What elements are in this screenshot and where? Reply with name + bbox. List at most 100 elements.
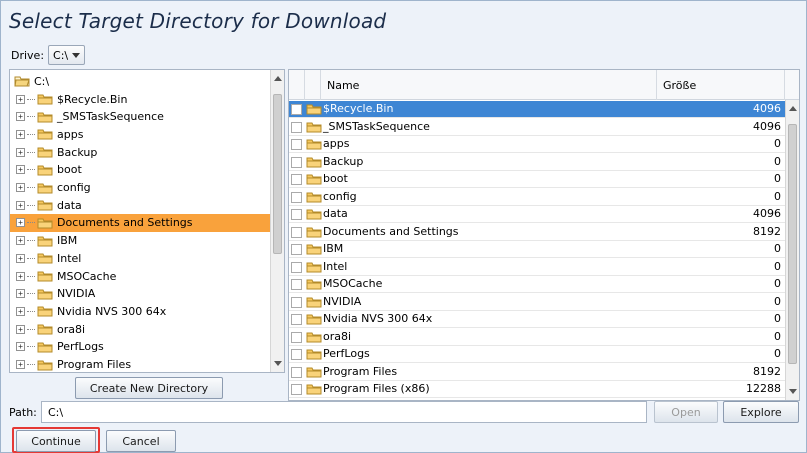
- table-row[interactable]: Backup 0: [289, 154, 785, 171]
- tree-item[interactable]: + data: [10, 196, 272, 214]
- row-checkbox[interactable]: [291, 349, 302, 360]
- tree-item[interactable]: + Intel: [10, 249, 272, 267]
- expand-icon[interactable]: +: [16, 253, 25, 263]
- tree-item[interactable]: + PerfLogs: [10, 338, 272, 356]
- continue-button[interactable]: Continue: [16, 430, 96, 452]
- tree-root[interactable]: C:\: [10, 72, 272, 90]
- expand-icon[interactable]: +: [16, 112, 25, 122]
- scroll-down-icon[interactable]: [274, 361, 282, 366]
- expand-icon[interactable]: +: [16, 289, 25, 299]
- row-checkbox[interactable]: [291, 331, 302, 343]
- row-checkbox[interactable]: [291, 191, 302, 203]
- row-checkbox[interactable]: [291, 279, 302, 290]
- row-checkbox[interactable]: [291, 121, 302, 133]
- expand-icon[interactable]: +: [16, 218, 25, 228]
- row-size: 0: [774, 259, 781, 273]
- expand-icon[interactable]: +: [16, 306, 25, 316]
- column-header-name[interactable]: Name: [321, 70, 657, 100]
- drive-select[interactable]: C:\: [48, 45, 86, 65]
- tree-connector: [27, 133, 35, 135]
- table-row[interactable]: PerfLogs 0: [289, 346, 785, 363]
- row-checkbox[interactable]: [291, 261, 302, 273]
- expand-icon[interactable]: +: [16, 236, 25, 246]
- folder-icon: [306, 384, 322, 395]
- table-row[interactable]: data 4096: [289, 206, 785, 223]
- table-row[interactable]: Intel 0: [289, 259, 785, 276]
- table-row[interactable]: MSOCache 0: [289, 276, 785, 293]
- row-checkbox[interactable]: [291, 156, 302, 168]
- cancel-button[interactable]: Cancel: [106, 430, 176, 452]
- row-checkbox[interactable]: [291, 384, 302, 395]
- table-row[interactable]: ora8i 0: [289, 329, 785, 346]
- folder-icon: [306, 122, 322, 132]
- expand-icon[interactable]: +: [16, 271, 25, 281]
- directory-tree[interactable]: C:\ + $Recycle.Bin + _SMSTaskSequence + apps +…: [9, 69, 285, 373]
- tree-item[interactable]: + _SMSTaskSequence: [10, 108, 272, 126]
- table-row[interactable]: Program Files 8192: [289, 364, 785, 381]
- file-table[interactable]: Name Größe $Recycle.Bin 4096 _SMSTaskSeque…: [288, 69, 800, 401]
- table-row[interactable]: Nvidia NVS 300 64x 0: [289, 311, 785, 328]
- table-row[interactable]: IBM 0: [289, 241, 785, 258]
- folder-icon: [306, 349, 322, 360]
- tree-item[interactable]: + NVIDIA: [10, 285, 272, 303]
- expand-icon[interactable]: +: [16, 183, 25, 192]
- row-checkbox[interactable]: [291, 226, 302, 238]
- tree-item[interactable]: + Program Files: [10, 356, 272, 373]
- row-checkbox[interactable]: [291, 209, 302, 220]
- table-row[interactable]: _SMSTaskSequence 4096: [289, 119, 785, 136]
- explore-button[interactable]: Explore: [723, 401, 799, 423]
- table-scroll-thumb[interactable]: [788, 124, 797, 364]
- folder-icon: [306, 174, 322, 185]
- table-row[interactable]: Documents and Settings 8192: [289, 224, 785, 241]
- row-name: Program Files: [323, 364, 398, 378]
- row-checkbox[interactable]: [291, 296, 302, 308]
- expand-icon[interactable]: +: [16, 129, 25, 139]
- table-row[interactable]: boot 0: [289, 171, 785, 188]
- row-checkbox[interactable]: [291, 139, 302, 150]
- table-row[interactable]: apps 0: [289, 136, 785, 153]
- row-checkbox[interactable]: [291, 244, 302, 255]
- tree-item-label: Program Files: [57, 358, 132, 371]
- tree-item[interactable]: + MSOCache: [10, 267, 272, 285]
- row-checkbox[interactable]: [291, 174, 302, 185]
- tree-scroll-thumb[interactable]: [273, 94, 282, 254]
- expand-icon[interactable]: +: [16, 147, 25, 157]
- table-row[interactable]: Program Files (x86) 12288: [289, 381, 785, 398]
- expand-icon[interactable]: +: [16, 94, 25, 104]
- tree-item[interactable]: + $Recycle.Bin: [10, 90, 272, 108]
- expand-icon[interactable]: +: [16, 200, 25, 210]
- scroll-down-icon[interactable]: [789, 389, 797, 394]
- row-checkbox[interactable]: [291, 366, 302, 378]
- tree-item-label: Backup: [57, 145, 98, 159]
- tree-item[interactable]: + ora8i: [10, 320, 272, 338]
- tree-item[interactable]: + Backup: [10, 143, 272, 161]
- expand-icon[interactable]: +: [16, 165, 25, 175]
- table-row[interactable]: NVIDIA 0: [289, 294, 785, 311]
- tree-item[interactable]: + IBM: [10, 232, 272, 250]
- column-header-size[interactable]: Größe: [657, 70, 785, 100]
- tree-item[interactable]: + Nvidia NVS 300 64x: [10, 302, 272, 320]
- path-input[interactable]: C:\: [41, 401, 647, 423]
- tree-item[interactable]: + apps: [10, 125, 272, 143]
- scroll-up-icon[interactable]: [274, 76, 282, 81]
- create-directory-button[interactable]: Create New Directory: [75, 377, 223, 399]
- folder-icon: [306, 227, 322, 237]
- open-button[interactable]: Open: [654, 401, 718, 423]
- table-scrollbar[interactable]: [785, 100, 799, 400]
- row-checkbox[interactable]: [291, 104, 302, 115]
- tree-item[interactable]: + boot: [10, 161, 272, 179]
- scroll-up-icon[interactable]: [789, 106, 797, 111]
- checkbox-column-header: [289, 70, 305, 100]
- tree-connector: [27, 187, 35, 188]
- expand-icon[interactable]: +: [16, 360, 25, 369]
- table-row[interactable]: config 0: [289, 189, 785, 206]
- tree-scrollbar[interactable]: [270, 70, 284, 372]
- expand-icon[interactable]: +: [16, 342, 25, 352]
- tree-item[interactable]: + Documents and Settings: [10, 213, 272, 232]
- table-row[interactable]: $Recycle.Bin 4096: [289, 101, 785, 118]
- row-checkbox[interactable]: [291, 314, 302, 325]
- folder-icon: [37, 271, 53, 282]
- expand-icon[interactable]: +: [16, 324, 25, 334]
- tree-item[interactable]: + config: [10, 179, 272, 197]
- drive-value: C:\: [53, 48, 69, 62]
